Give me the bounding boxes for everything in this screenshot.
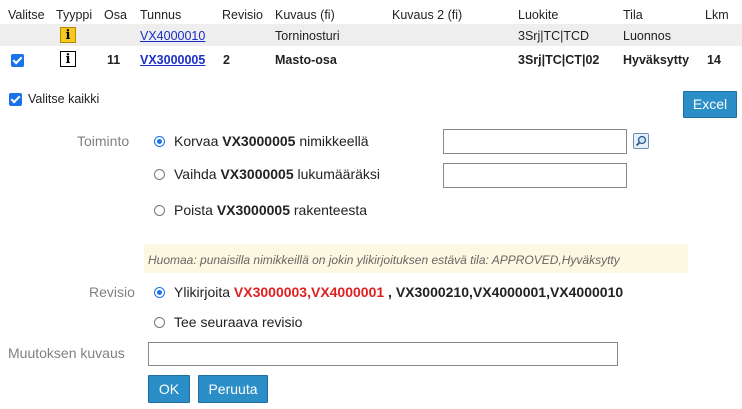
ok-button[interactable]: OK xyxy=(148,375,190,403)
header-state: Tila xyxy=(623,8,643,22)
count-input[interactable] xyxy=(443,163,627,188)
option-overwrite-label[interactable]: Ylikirjoita VX3000003,VX4000001 , VX3000… xyxy=(174,284,623,300)
action-label: Toiminto xyxy=(77,133,130,149)
change-description-label: Muutoksen kuvaus xyxy=(8,345,125,361)
info-icon[interactable]: i xyxy=(60,27,76,43)
radio-next-revision[interactable] xyxy=(154,317,165,328)
option-replace-label[interactable]: Korvaa VX3000005 nimikkeellä xyxy=(174,133,369,149)
option-change-code: VX3000005 xyxy=(220,166,294,182)
header-select: Valitse xyxy=(8,8,45,22)
change-description-input[interactable] xyxy=(148,342,618,366)
item-class: 3Srj|TC|CT|02 xyxy=(518,53,600,67)
radio-replace[interactable] xyxy=(154,136,165,147)
item-state: Luonnos xyxy=(623,29,671,43)
warning-note: Huomaa: punaisilla nimikkeillä on jokin … xyxy=(144,244,688,273)
select-all-checkbox[interactable] xyxy=(9,93,22,106)
option-change-pre: Vaihda xyxy=(174,166,221,182)
item-part: 11 xyxy=(107,53,121,67)
option-remove-post: rakenteesta xyxy=(290,202,368,218)
option-next-revision-label[interactable]: Tee seuraava revisio xyxy=(174,314,302,330)
table-row: i 11 VX3000005 2 Masto-osa 3Srj|TC|CT|02… xyxy=(0,46,742,74)
header-code: Tunnus xyxy=(140,8,182,22)
option-overwrite-pre: Ylikirjoita xyxy=(174,284,234,300)
row-select-checkbox[interactable] xyxy=(11,54,24,67)
table-row: i VX4000010 Torninosturi 3Srj|TC|TCD Luo… xyxy=(0,24,742,46)
search-icon[interactable] xyxy=(633,133,649,149)
select-all-label[interactable]: Valitse kaikki xyxy=(28,92,99,106)
item-code-link[interactable]: VX4000010 xyxy=(140,29,205,43)
option-replace-post: nimikkeellä xyxy=(295,133,369,149)
item-description: Torninosturi xyxy=(275,29,340,43)
option-replace-code: VX3000005 xyxy=(222,133,296,149)
option-remove-label[interactable]: Poista VX3000005 rakenteesta xyxy=(174,202,367,218)
item-count: 14 xyxy=(707,53,721,67)
replace-item-input[interactable] xyxy=(443,129,627,154)
item-state: Hyväksytty xyxy=(623,53,690,67)
header-revision: Revisio xyxy=(222,8,263,22)
option-change-post: lukumääräksi xyxy=(293,166,381,182)
item-description: Masto-osa xyxy=(275,53,337,67)
item-revision: 2 xyxy=(223,53,230,67)
header-count: Lkm xyxy=(705,8,729,22)
header-part: Osa xyxy=(104,8,127,22)
option-change-label[interactable]: Vaihda VX3000005 lukumääräksi xyxy=(174,166,380,182)
overwrite-items: , VX3000210,VX4000001,VX4000010 xyxy=(384,284,624,300)
item-class: 3Srj|TC|TCD xyxy=(518,29,590,43)
revision-label: Revisio xyxy=(89,284,135,300)
radio-remove[interactable] xyxy=(154,205,165,216)
cancel-button[interactable]: Peruuta xyxy=(198,375,268,403)
item-code-link[interactable]: VX3000005 xyxy=(140,53,205,67)
option-replace-pre: Korvaa xyxy=(174,133,223,149)
blocked-items: VX3000003,VX4000001 xyxy=(233,284,385,300)
header-class: Luokite xyxy=(518,8,559,22)
radio-change-count[interactable] xyxy=(154,169,165,180)
info-icon[interactable]: i xyxy=(60,51,76,67)
header-description-2: Kuvaus 2 (fi) xyxy=(392,8,463,22)
option-remove-pre: Poista xyxy=(174,202,217,218)
header-type: Tyyppi xyxy=(56,8,93,22)
option-remove-code: VX3000005 xyxy=(216,202,290,218)
header-description: Kuvaus (fi) xyxy=(275,8,335,22)
excel-button[interactable]: Excel xyxy=(683,91,737,118)
radio-overwrite[interactable] xyxy=(154,287,165,298)
